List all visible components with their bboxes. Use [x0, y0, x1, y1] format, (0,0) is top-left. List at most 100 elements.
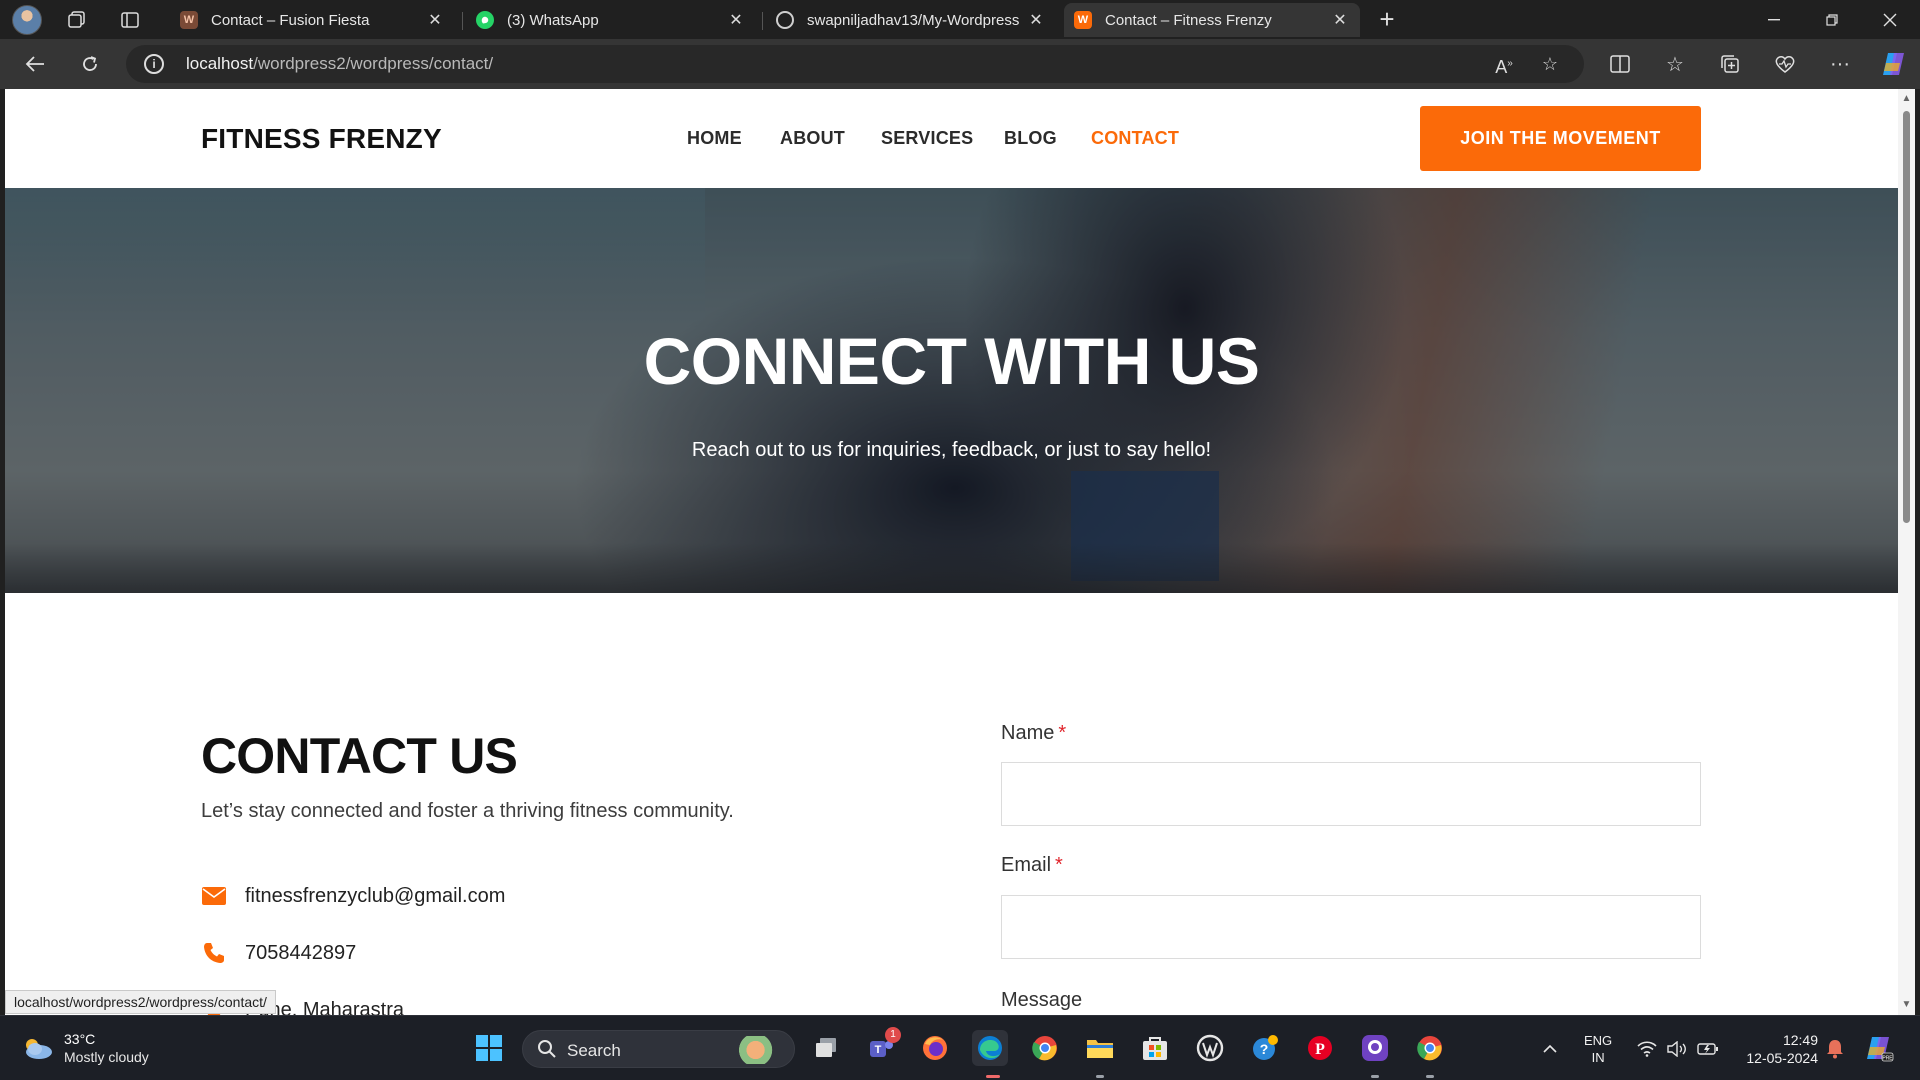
close-icon[interactable]: ✕	[1330, 10, 1350, 30]
contact-subtitle: Let’s stay connected and foster a thrivi…	[201, 800, 734, 822]
close-icon[interactable]: ✕	[726, 10, 746, 30]
tab-actions-icon[interactable]	[115, 6, 145, 34]
whatsapp-icon	[476, 11, 494, 29]
firefox-icon[interactable]	[917, 1030, 953, 1066]
help-icon[interactable]: ?	[1247, 1030, 1283, 1066]
edge-icon[interactable]	[972, 1030, 1008, 1066]
volume-icon[interactable]	[1667, 1016, 1687, 1080]
edge-active-indicator	[986, 1075, 1000, 1078]
browser-tab-strip: W Contact – Fusion Fiesta ✕ (3) WhatsApp…	[0, 0, 1920, 39]
running-indicator	[1371, 1075, 1379, 1078]
email-input[interactable]	[1001, 895, 1701, 959]
notification-bell-icon[interactable]	[1826, 1016, 1844, 1080]
close-window-button[interactable]	[1860, 0, 1920, 39]
tab-divider	[462, 12, 463, 30]
hero-banner: CONNECT WITH US Reach out to us for inqu…	[5, 188, 1898, 593]
close-icon[interactable]: ✕	[425, 10, 445, 30]
nav-contact[interactable]: CONTACT	[1091, 128, 1179, 149]
split-screen-icon[interactable]	[1604, 48, 1636, 80]
scrollbar-thumb[interactable]	[1903, 111, 1910, 523]
refresh-button[interactable]	[74, 48, 106, 80]
name-label: Name *	[1001, 722, 1066, 745]
tab-github[interactable]: swapniljadhav13/My-Wordpress ✕	[766, 3, 1056, 37]
more-options-icon[interactable]: ···	[1824, 48, 1856, 80]
message-label: Message	[1001, 989, 1083, 1011]
envelope-icon	[201, 883, 227, 909]
name-input[interactable]	[1001, 762, 1701, 826]
wordpress-site-icon: W	[180, 11, 198, 29]
pinterest-icon[interactable]: P	[1302, 1030, 1338, 1066]
url-text[interactable]: localhost/wordpress2/wordpress/contact/	[186, 54, 493, 74]
address-bar[interactable]: i localhost/wordpress2/wordpress/contact…	[126, 45, 1584, 83]
site-info-icon[interactable]: i	[144, 54, 164, 74]
copilot-icon[interactable]	[1878, 48, 1910, 80]
windows-start-icon[interactable]	[471, 1030, 507, 1066]
github-icon	[776, 11, 794, 29]
tab-divider	[762, 12, 763, 30]
read-aloud-icon[interactable]: A»	[1492, 52, 1516, 77]
tab-fitness-frenzy[interactable]: W Contact – Fitness Frenzy ✕	[1064, 3, 1360, 37]
new-tab-button[interactable]: +	[1373, 6, 1401, 34]
clock-date: 12-05-2024	[1746, 1049, 1818, 1066]
tab-label: Contact – Fusion Fiesta	[211, 11, 370, 29]
contact-email-row: fitnessfrenzyclub@gmail.com	[201, 882, 505, 910]
weather-description: Mostly cloudy	[64, 1049, 149, 1065]
favorites-icon[interactable]: ☆	[1659, 48, 1691, 80]
weather-widget[interactable]: 33°C Mostly cloudy	[20, 1030, 149, 1066]
svg-text:PRE: PRE	[1882, 1055, 1893, 1061]
required-mark: *	[1058, 722, 1067, 744]
browser-essentials-icon[interactable]	[1769, 48, 1801, 80]
page-scrollbar[interactable]: ▲ ▼	[1898, 89, 1915, 1015]
wifi-icon[interactable]	[1637, 1016, 1657, 1080]
clock[interactable]: 12:49 12-05-2024	[1738, 1016, 1818, 1080]
input-language[interactable]: ENG IN	[1584, 1016, 1612, 1080]
svg-text:?: ?	[1260, 1041, 1269, 1057]
scroll-down-arrow[interactable]: ▼	[1901, 999, 1912, 1010]
link-status-bubble: localhost/wordpress2/wordpress/contact/	[5, 990, 276, 1014]
chrome-icon[interactable]	[1027, 1030, 1063, 1066]
teams-icon[interactable]: T 1	[863, 1027, 901, 1066]
profile-button[interactable]	[10, 5, 44, 35]
restore-button[interactable]	[1802, 0, 1862, 39]
collections-icon[interactable]	[1714, 48, 1746, 80]
join-the-movement-button[interactable]: JOIN THE MOVEMENT	[1420, 106, 1701, 171]
github-desktop-icon[interactable]	[1357, 1030, 1393, 1066]
nav-services[interactable]: SERVICES	[881, 128, 973, 149]
phone-icon	[201, 940, 227, 966]
hero-title: CONNECT WITH US	[643, 324, 1260, 398]
task-view-icon[interactable]	[808, 1030, 844, 1066]
taskbar-search[interactable]: Search	[522, 1030, 795, 1068]
url-host: localhost	[186, 54, 254, 73]
file-explorer-icon[interactable]	[1082, 1030, 1118, 1066]
contact-phone[interactable]: 7058442897	[245, 942, 356, 965]
tab-whatsapp[interactable]: (3) WhatsApp ✕	[466, 3, 756, 37]
show-hidden-icons[interactable]	[1543, 1016, 1557, 1080]
workspaces-icon[interactable]	[62, 6, 92, 34]
scroll-up-arrow[interactable]: ▲	[1901, 93, 1912, 104]
battery-icon[interactable]	[1697, 1016, 1719, 1080]
minimize-button[interactable]	[1744, 0, 1804, 39]
cloud-icon	[26, 1039, 52, 1059]
page-viewport: FITNESS FRENZY HOME ABOUT SERVICES BLOG …	[5, 89, 1898, 1015]
site-logo[interactable]: FITNESS FRENZY	[201, 123, 442, 155]
nav-about[interactable]: ABOUT	[780, 128, 845, 149]
chrome-profile-icon[interactable]	[1412, 1030, 1448, 1066]
copilot-taskbar-icon[interactable]: PRE	[1864, 1016, 1894, 1080]
tab-fusion-fiesta[interactable]: W Contact – Fusion Fiesta ✕	[170, 3, 455, 37]
svg-text:P: P	[1315, 1041, 1325, 1058]
site-header: FITNESS FRENZY HOME ABOUT SERVICES BLOG …	[5, 89, 1898, 188]
wordpress-site-icon: W	[1074, 11, 1092, 29]
nav-home[interactable]: HOME	[687, 128, 742, 149]
wordpress-icon[interactable]	[1192, 1030, 1228, 1066]
nav-blog[interactable]: BLOG	[1004, 128, 1057, 149]
email-label: Email *	[1001, 854, 1063, 877]
close-icon[interactable]: ✕	[1026, 10, 1046, 30]
contact-email[interactable]: fitnessfrenzyclub@gmail.com	[245, 885, 505, 908]
microsoft-store-icon[interactable]	[1137, 1030, 1173, 1066]
profile-avatar	[12, 5, 42, 35]
region-code: IN	[1591, 1049, 1605, 1065]
svg-text:T: T	[875, 1044, 882, 1056]
favorite-star-icon[interactable]: ☆	[1538, 52, 1562, 76]
search-highlight-icon	[738, 1036, 782, 1064]
back-button[interactable]	[19, 48, 51, 80]
